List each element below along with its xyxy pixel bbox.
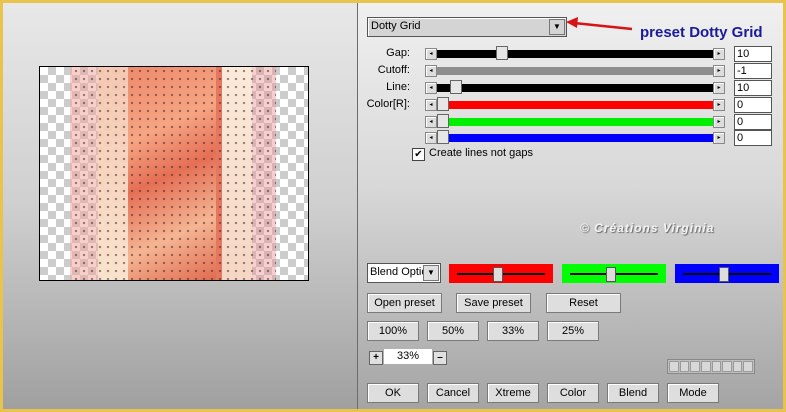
zoom-value: 33%	[384, 349, 432, 364]
controls-pane: Dotty Grid ▼ preset Dotty Grid Gap: ◂ ▸ 10 C…	[358, 3, 783, 409]
mode-button[interactable]: Mode	[667, 383, 719, 403]
blend-button[interactable]: Blend	[607, 383, 659, 403]
progress-segment	[700, 361, 711, 372]
progress-segment	[722, 361, 732, 372]
arrow-annotation-icon	[566, 17, 633, 31]
slider-track[interactable]	[437, 67, 713, 75]
param-label: Line:	[386, 81, 410, 93]
blend-options-dropdown[interactable]: Blend Optio ▼	[367, 263, 441, 283]
progress-segment	[669, 361, 679, 372]
progress-segment	[743, 361, 753, 372]
ok-button[interactable]: OK	[367, 383, 419, 403]
checkmark-icon[interactable]: ✔	[412, 148, 425, 161]
param-label: Color[R]:	[366, 98, 410, 110]
param-label: Cutoff:	[377, 64, 410, 76]
slider-thumb[interactable]	[437, 97, 449, 111]
slider-track[interactable]	[437, 101, 713, 109]
progress-indicator	[667, 359, 755, 374]
slider-thumb[interactable]	[495, 46, 508, 60]
open-preset-button[interactable]: Open preset	[367, 293, 442, 313]
chevron-down-icon[interactable]: ▼	[549, 19, 565, 35]
slider-right-arrow-icon[interactable]: ▸	[713, 82, 725, 94]
slider-right-arrow-icon[interactable]: ▸	[713, 99, 725, 111]
zoom-33-button[interactable]: 33%	[487, 321, 539, 341]
preview-canvas[interactable]	[39, 66, 309, 281]
checkbox-label: Create lines not gaps	[429, 147, 533, 159]
slider-right-arrow-icon[interactable]: ▸	[713, 132, 725, 144]
slider-left-arrow-icon[interactable]: ◂	[425, 116, 437, 128]
slider-right-arrow-icon[interactable]: ▸	[713, 116, 725, 128]
slider-track[interactable]	[437, 84, 713, 92]
filter-dialog: Dotty Grid ▼ preset Dotty Grid Gap: ◂ ▸ 10 C…	[0, 0, 786, 412]
slider-track[interactable]	[437, 118, 713, 126]
param-slider[interactable]: ◂ ▸	[425, 80, 725, 94]
slider-left-arrow-icon[interactable]: ◂	[425, 82, 437, 94]
progress-segment	[711, 361, 722, 372]
slider-thumb[interactable]	[437, 130, 449, 144]
preset-dropdown[interactable]: Dotty Grid ▼	[367, 17, 567, 37]
param-value-field[interactable]: 0	[734, 97, 772, 113]
param-label: Gap:	[386, 47, 410, 59]
save-preset-button[interactable]: Save preset	[456, 293, 531, 313]
blue-blend-slider[interactable]	[675, 264, 779, 283]
zoom-in-button[interactable]: +	[369, 351, 383, 365]
slider-track[interactable]	[437, 50, 713, 58]
color-button[interactable]: Color	[547, 383, 599, 403]
zoom-100-button[interactable]: 100%	[367, 321, 419, 341]
progress-segment	[679, 361, 690, 372]
green-blend-slider[interactable]	[562, 264, 666, 283]
blend-dropdown-value: Blend Optio	[370, 266, 425, 278]
progress-segment	[690, 361, 700, 372]
watermark: © Créations Virginia	[580, 221, 715, 235]
cancel-button[interactable]: Cancel	[427, 383, 479, 403]
preset-annotation: preset Dotty Grid	[640, 24, 763, 41]
zoom-out-button[interactable]: –	[433, 351, 447, 365]
slider-left-arrow-icon[interactable]: ◂	[425, 132, 437, 144]
param-value-field[interactable]: 10	[734, 80, 772, 96]
slider-left-arrow-icon[interactable]: ◂	[425, 99, 437, 111]
chevron-down-icon[interactable]: ▼	[423, 265, 439, 281]
param-value-field[interactable]: 10	[734, 46, 772, 62]
param-slider[interactable]: ◂ ▸	[425, 65, 725, 77]
param-slider[interactable]: ◂ ▸	[425, 114, 725, 128]
param-value-field[interactable]: 0	[734, 114, 772, 130]
param-value-field[interactable]: -1	[734, 63, 772, 79]
slider-right-arrow-icon[interactable]: ▸	[713, 48, 725, 60]
param-slider[interactable]: ◂ ▸	[425, 46, 725, 60]
zoom-50-button[interactable]: 50%	[427, 321, 479, 341]
red-blend-slider[interactable]	[449, 264, 553, 283]
preview-pane	[3, 3, 358, 409]
param-slider[interactable]: ◂ ▸	[425, 97, 725, 111]
slider-thumb[interactable]	[450, 80, 463, 94]
slider-track[interactable]	[437, 134, 713, 142]
slider-left-arrow-icon[interactable]: ◂	[425, 48, 437, 60]
reset-button[interactable]: Reset	[546, 293, 621, 313]
progress-segment	[732, 361, 743, 372]
slider-thumb[interactable]	[437, 114, 449, 128]
dot-grid-overlay	[72, 67, 276, 280]
slider-left-arrow-icon[interactable]: ◂	[425, 65, 437, 77]
slider-right-arrow-icon[interactable]: ▸	[713, 65, 725, 77]
param-slider[interactable]: ◂ ▸	[425, 130, 725, 144]
param-value-field[interactable]: 0	[734, 130, 772, 146]
zoom-25-button[interactable]: 25%	[547, 321, 599, 341]
xtreme-button[interactable]: Xtreme	[487, 383, 539, 403]
preset-dropdown-value: Dotty Grid	[371, 20, 421, 32]
